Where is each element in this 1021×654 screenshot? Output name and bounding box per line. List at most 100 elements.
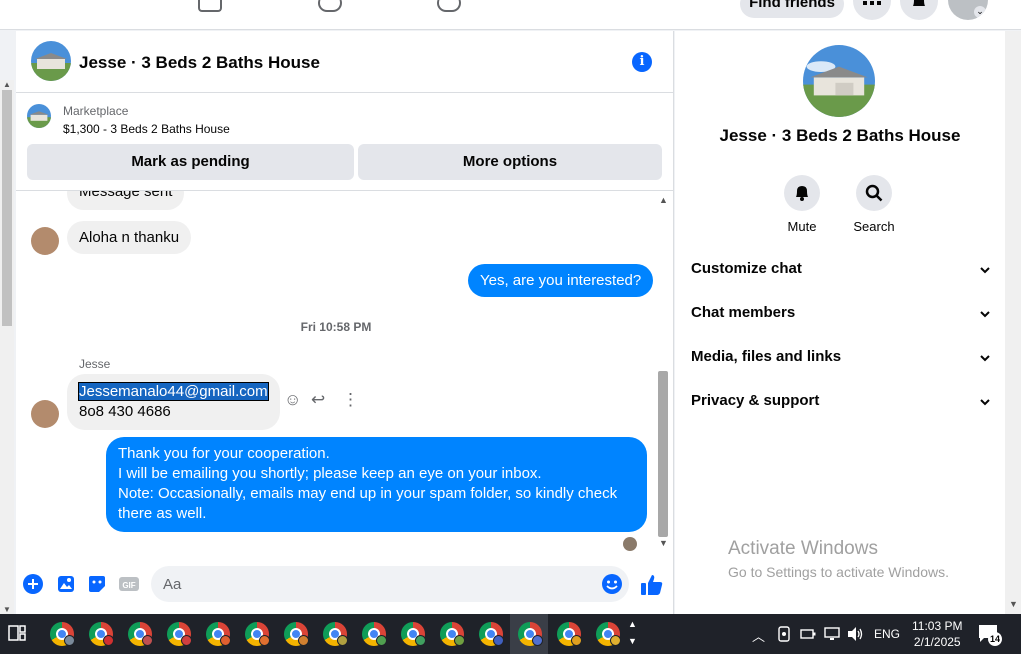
mute-label: Mute <box>787 219 817 234</box>
message-scrollbar[interactable]: ▲ ▼ <box>656 191 670 554</box>
chevron-down-icon <box>980 399 990 406</box>
reply-icon[interactable]: ↩ <box>311 390 325 410</box>
scrollbar-thumb[interactable] <box>2 90 12 326</box>
right-scrollbar[interactable]: ▼ <box>1005 31 1021 614</box>
chrome-taskbar-icon[interactable] <box>438 620 466 648</box>
show-hidden-icons[interactable]: ︿ <box>752 626 765 645</box>
chrome-taskbar-icon[interactable] <box>165 620 193 648</box>
section-label: Customize chat <box>691 260 802 277</box>
listing-title[interactable]: $1,300 - 3 Beds 2 Baths House <box>63 122 230 136</box>
message-bubble-in[interactable]: Jessemanalo44@gmail.com 8o8 430 4686 <box>67 374 280 430</box>
chrome-taskbar-icon[interactable] <box>87 620 115 648</box>
chrome-taskbar-icon[interactable] <box>243 620 271 648</box>
network-icon[interactable] <box>824 626 840 642</box>
phone-number-text: 8o8 430 4686 <box>79 403 171 420</box>
search-icon <box>865 184 883 202</box>
plus-circle-icon[interactable] <box>23 574 43 594</box>
message-line: Note: Occasionally, emails may end up in… <box>118 485 618 502</box>
taskbar-scroll-arrows[interactable]: ▲ ▼ <box>628 616 637 650</box>
watermark-subtitle: Go to Settings to activate Windows. <box>728 564 949 580</box>
chevron-down-icon <box>980 355 990 362</box>
chrome-taskbar-icon[interactable] <box>126 620 154 648</box>
message-bubble-in[interactable]: Message sent <box>67 191 185 210</box>
scroll-down-icon[interactable]: ▼ <box>1009 599 1018 609</box>
more-actions-icon[interactable]: ⋮ <box>342 390 359 410</box>
volume-icon[interactable] <box>847 626 865 642</box>
message-input[interactable]: Aa <box>151 566 629 602</box>
menu-grid-button[interactable] <box>853 0 891 20</box>
sender-avatar[interactable] <box>31 400 59 428</box>
page-scrollbar[interactable]: ▲ ▼ <box>0 80 14 614</box>
section-privacy-support[interactable]: Privacy & support <box>691 392 991 416</box>
message-line: Thank you for your cooperation. <box>118 445 330 462</box>
message-bubble-out[interactable]: Yes, are you interested? <box>468 264 654 297</box>
battery-icon[interactable] <box>800 628 816 640</box>
find-friends-button[interactable]: Find friends <box>740 0 844 18</box>
section-label: Privacy & support <box>691 392 820 409</box>
message-list[interactable]: Message sent Aloha n thanku Yes, are you… <box>16 191 674 554</box>
scroll-up-icon[interactable]: ▲ <box>3 80 11 89</box>
like-icon[interactable] <box>640 573 664 597</box>
section-chat-members[interactable]: Chat members <box>691 304 991 328</box>
chat-window: Jesse · 3 Beds 2 Baths House i Marketpla… <box>16 31 674 614</box>
chrome-taskbar-icon[interactable] <box>477 620 505 648</box>
scroll-down-icon[interactable]: ▼ <box>3 605 11 614</box>
groups-icon[interactable] <box>437 0 461 12</box>
notifications-button[interactable] <box>900 0 938 20</box>
bell-icon <box>913 0 925 6</box>
search-button[interactable]: Search <box>844 175 904 234</box>
photo-icon[interactable] <box>56 574 76 594</box>
panel-house-avatar[interactable] <box>803 45 875 117</box>
scroll-up-icon[interactable]: ▲ <box>659 195 668 205</box>
house-avatar[interactable] <box>31 41 71 81</box>
notification-center[interactable]: 14 <box>978 624 1002 649</box>
chrome-taskbar-icon[interactable] <box>594 620 622 648</box>
chrome-taskbar-icon[interactable] <box>204 620 232 648</box>
section-label: Chat members <box>691 304 796 321</box>
system-clock[interactable]: 11:03 PM 2/1/2025 <box>912 618 962 650</box>
scrollbar-thumb[interactable] <box>658 371 668 537</box>
emoji-icon[interactable] <box>601 573 623 595</box>
message-composer: GIF Aa <box>16 565 674 605</box>
clock-time: 11:03 PM <box>912 619 963 633</box>
sticker-icon[interactable] <box>87 574 107 594</box>
watermark-title: Activate Windows <box>728 538 878 559</box>
section-customize-chat[interactable]: Customize chat <box>691 260 991 284</box>
info-icon[interactable]: i <box>632 52 652 72</box>
chrome-taskbar-icon[interactable] <box>360 620 388 648</box>
message-bubble-in[interactable]: Aloha n thanku <box>67 221 192 254</box>
sender-avatar[interactable] <box>31 227 59 255</box>
chrome-taskbar-icon[interactable] <box>399 620 427 648</box>
chrome-taskbar-icon[interactable] <box>48 620 76 648</box>
activate-windows-watermark: Activate Windows Go to Settings to activ… <box>728 538 949 580</box>
clock-date: 2/1/2025 <box>913 635 961 649</box>
chevron-down-icon <box>980 311 990 318</box>
selected-email-text[interactable]: Jessemanalo44@gmail.com <box>78 382 269 401</box>
meet-now-icon[interactable] <box>777 626 791 642</box>
friends-icon[interactable] <box>318 0 342 12</box>
home-icon[interactable] <box>198 0 222 12</box>
language-indicator[interactable]: ENG <box>874 627 900 641</box>
message-bubble-out[interactable]: Thank you for your cooperation. I will b… <box>106 437 647 532</box>
chrome-taskbar-icon[interactable] <box>282 620 310 648</box>
chrome-taskbar-icon[interactable] <box>516 620 544 648</box>
mute-button[interactable]: Mute <box>772 175 832 234</box>
scroll-down-icon[interactable]: ▼ <box>659 538 668 548</box>
panel-title: Jesse · 3 Beds 2 Baths House <box>719 126 961 145</box>
chat-header: Jesse · 3 Beds 2 Baths House i <box>16 31 674 93</box>
message-line: there as well. <box>118 505 207 522</box>
task-view-icon[interactable] <box>8 624 26 642</box>
section-label: Media, files and links <box>691 348 842 365</box>
listing-thumbnail[interactable] <box>27 104 51 128</box>
more-options-button[interactable]: More options <box>358 144 662 180</box>
section-media-files-links[interactable]: Media, files and links <box>691 348 991 372</box>
message-timestamp: Fri 10:58 PM <box>300 320 372 334</box>
chrome-taskbar-icon[interactable] <box>321 620 349 648</box>
react-icon[interactable]: ☺ <box>284 390 301 410</box>
marketplace-banner: Marketplace $1,300 - 3 Beds 2 Baths Hous… <box>16 93 674 191</box>
chat-title[interactable]: Jesse · 3 Beds 2 Baths House <box>79 53 320 73</box>
gif-icon[interactable]: GIF <box>119 574 139 594</box>
chrome-taskbar-icon[interactable] <box>555 620 583 648</box>
account-avatar[interactable]: ⌄ <box>948 0 988 20</box>
mark-as-pending-button[interactable]: Mark as pending <box>27 144 354 180</box>
